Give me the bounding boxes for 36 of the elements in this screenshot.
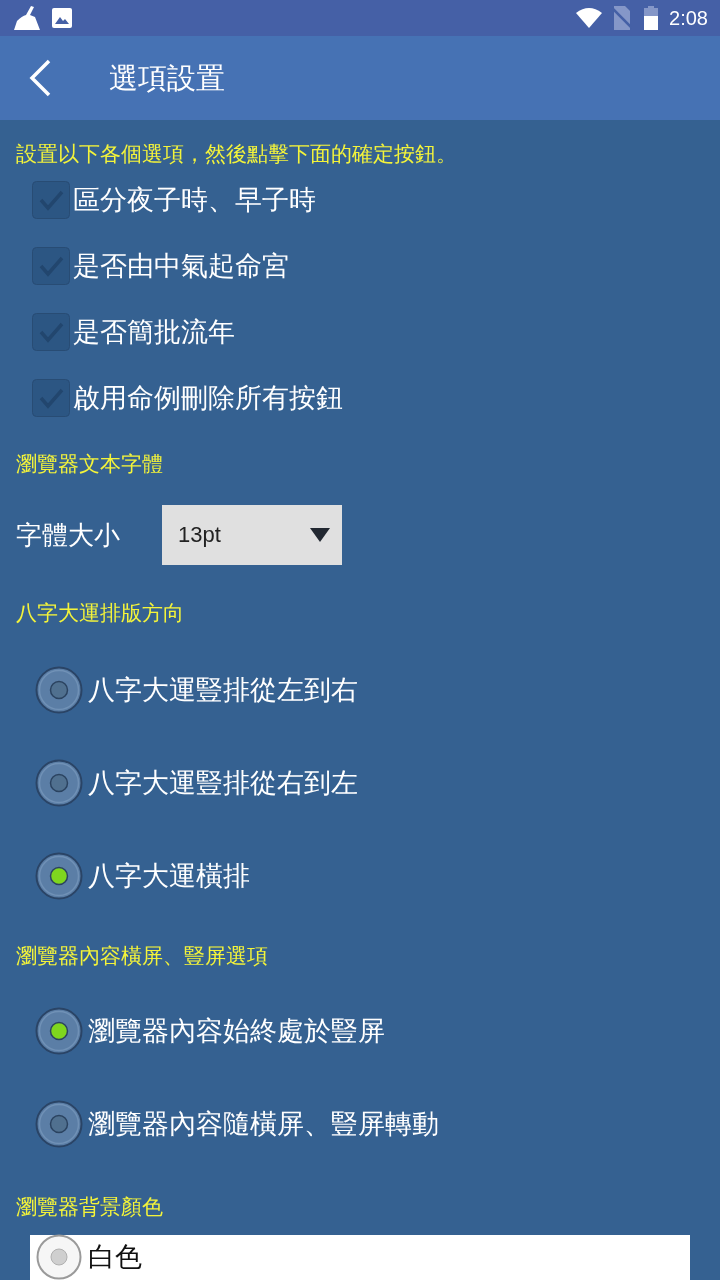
checkbox-label: 是否簡批流年 [73, 315, 235, 349]
section-heading: 瀏覽器背景顏色 [16, 1194, 163, 1220]
wifi-icon [576, 8, 603, 28]
checkbox-label: 啟用命例刪除所有按鈕 [73, 381, 343, 415]
radio-label: 八字大運橫排 [88, 858, 250, 893]
instruction-text: 設置以下各個選項，然後點擊下面的確定按鈕。 [16, 141, 458, 167]
checkbox[interactable] [32, 313, 70, 351]
section-heading: 八字大運排版方向 [16, 600, 184, 626]
checkbox-label: 是否由中氣起命宮 [73, 249, 289, 283]
checkbox-label: 區分夜子時、早子時 [73, 183, 316, 217]
broom-icon [14, 6, 40, 30]
status-time: 2:08 [669, 6, 708, 30]
back-icon[interactable] [28, 59, 52, 97]
radio-label: 八字大運豎排從左到右 [88, 672, 358, 707]
radio-button[interactable] [35, 1099, 83, 1148]
radio-label: 瀏覽器內容始終處於豎屏 [88, 1013, 385, 1048]
checkbox[interactable] [32, 247, 70, 285]
caret-icon [310, 528, 330, 542]
section-heading: 瀏覽器內容橫屏、豎屏選項 [16, 943, 268, 969]
no-sim-icon [612, 6, 633, 30]
radio-button[interactable] [35, 665, 83, 714]
radio-label: 白色 [88, 1240, 142, 1274]
section-heading: 瀏覽器文本字體 [16, 451, 163, 477]
radio-label: 八字大運豎排從右到左 [88, 765, 358, 800]
image-icon [52, 8, 72, 28]
app-title: 選項設置 [109, 60, 225, 96]
radio-button[interactable] [35, 851, 83, 900]
radio-button[interactable] [36, 1234, 82, 1280]
font-size-dropdown[interactable]: 13pt [162, 505, 342, 565]
radio-button[interactable] [35, 758, 83, 807]
radio-button[interactable] [35, 1006, 83, 1055]
battery-icon [644, 6, 659, 30]
font-size-label: 字體大小 [16, 519, 121, 552]
checkbox[interactable] [32, 181, 70, 219]
radio-label: 瀏覽器內容隨橫屏、豎屏轉動 [88, 1106, 439, 1141]
checkbox[interactable] [32, 379, 70, 417]
